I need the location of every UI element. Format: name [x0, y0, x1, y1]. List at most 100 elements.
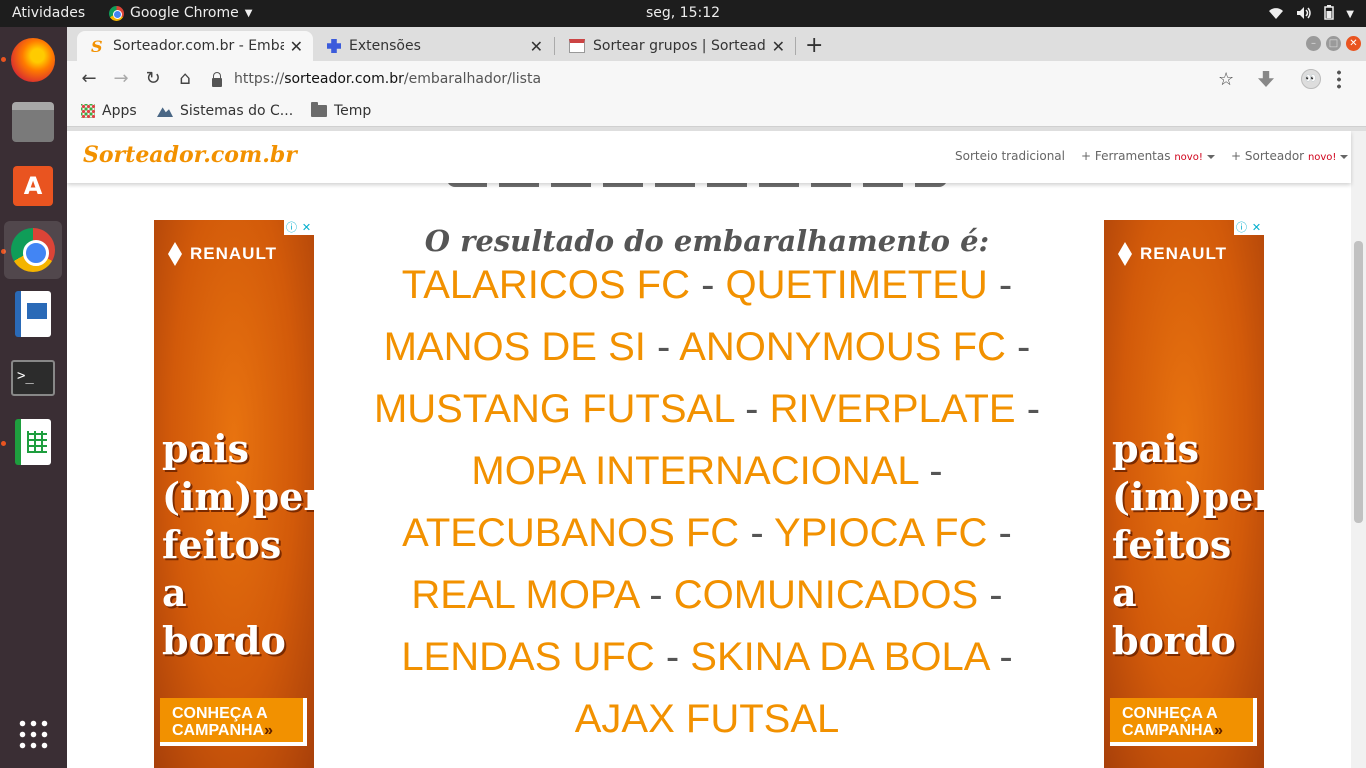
site-logo[interactable]: Sorteador.com.br — [83, 142, 297, 168]
team-line: ATECUBANOS FC - YPIOCA FC - — [367, 511, 1047, 573]
system-menu[interactable]: ▼ — [1268, 5, 1354, 24]
bookmark-label: Sistemas do C... — [180, 103, 294, 119]
team-name: RIVERPLATE — [769, 387, 1016, 431]
puzzle-icon — [327, 39, 341, 53]
separator: - — [999, 635, 1013, 679]
novo-badge: novo! — [1174, 152, 1203, 163]
bookmark-label: Temp — [334, 103, 372, 119]
bookmark-apps[interactable]: Apps — [81, 103, 137, 119]
separator: - — [745, 387, 759, 431]
team-name: QUETIMETEU — [725, 263, 988, 307]
forward-arrow-icon[interactable]: → — [110, 68, 132, 90]
tab-title: Sortear grupos | Sorteador — [593, 38, 766, 54]
close-icon[interactable]: ✕ — [290, 37, 303, 56]
separator: - — [929, 449, 943, 493]
team-line: MOPA INTERNACIONAL - — [367, 449, 1047, 511]
tab-title: Sorteador.com.br - Embaralhador — [113, 38, 284, 54]
ad-brand-name: RENAULT — [190, 244, 277, 263]
tab-sorteador-embaralhador[interactable]: S Sorteador.com.br - Embaralhador ✕ — [77, 31, 313, 61]
nav-ferramentas[interactable]: + Ferramentas novo! — [1081, 149, 1215, 163]
dock-terminal[interactable]: >_ — [4, 349, 62, 407]
ad-info-icon[interactable]: ⓘ — [284, 220, 299, 235]
extension-icon[interactable]: 👀 — [1301, 69, 1321, 89]
separator: - — [1026, 387, 1041, 431]
scrollbar-thumb[interactable] — [1354, 241, 1363, 523]
wifi-icon — [1268, 6, 1284, 24]
back-arrow-icon[interactable]: ← — [78, 68, 100, 90]
show-applications-button[interactable] — [4, 705, 62, 763]
dock-files[interactable] — [4, 93, 62, 151]
new-tab-plus-icon[interactable]: + — [805, 33, 823, 58]
separator: - — [665, 635, 680, 679]
dock-firefox[interactable] — [4, 31, 62, 89]
ad-cta-button[interactable]: CONHEÇA A CAMPANHA» — [160, 698, 307, 746]
team-line: REAL MOPA - COMUNICADOS - — [367, 573, 1047, 635]
url-host: sorteador.com.br — [284, 71, 404, 87]
close-icon[interactable]: ✕ — [530, 37, 543, 56]
ad-controls: ⓘ ✕ — [284, 220, 314, 235]
clock[interactable]: seg, 15:12 — [646, 5, 720, 21]
team-name: MUSTANG FUTSAL — [373, 387, 734, 431]
team-line: LENDAS UFC - SKINA DA BOLA - — [367, 635, 1047, 697]
volume-icon — [1296, 6, 1312, 24]
nav-sorteador[interactable]: + Sorteador novo! — [1231, 149, 1349, 163]
separator: - — [701, 263, 715, 307]
close-icon[interactable]: ✕ — [772, 37, 785, 56]
minimize-icon[interactable]: – — [1306, 36, 1321, 51]
software-center-icon: A — [13, 166, 53, 206]
app-menu[interactable]: Google Chrome ▼ — [109, 5, 252, 21]
team-name: TALARICOS FC — [401, 263, 690, 307]
browser-toolbar: ← → ↻ ⌂ https://sorteador.com.br/embaral… — [67, 61, 1366, 97]
caret-down-icon — [1340, 154, 1349, 159]
grid-icon — [17, 718, 49, 750]
separator: - — [657, 325, 671, 369]
app-menu-label: Google Chrome — [130, 5, 239, 21]
ad-banner-left[interactable]: ⓘ ✕ RENAULT pais (im)per- feitos a bordo… — [154, 220, 314, 768]
page-favicon-icon — [569, 39, 585, 53]
team-name: MOPA INTERNACIONAL — [471, 449, 919, 493]
bookmark-sistemas[interactable]: Sistemas do C... — [157, 103, 293, 119]
team-list: TALARICOS FC - QUETIMETEU - MANOS DE SI -… — [367, 263, 1047, 759]
maximize-icon[interactable]: □ — [1326, 36, 1341, 51]
ad-banner-right[interactable]: ⓘ ✕ RENAULT pais (im)per- feitos a bordo… — [1104, 220, 1264, 768]
dock-chrome[interactable] — [4, 221, 62, 279]
team-name: AJAX FUTSAL — [574, 697, 840, 741]
bookmark-temp[interactable]: Temp — [311, 102, 372, 119]
ad-brand: RENAULT — [1118, 242, 1227, 266]
ad-close-icon[interactable]: ✕ — [1249, 220, 1264, 235]
team-name: SKINA DA BOLA — [690, 635, 989, 679]
separator: - — [1017, 325, 1031, 369]
tab-sortear-grupos[interactable]: Sortear grupos | Sorteador ✕ — [555, 31, 795, 61]
tab-strip: S Sorteador.com.br - Embaralhador ✕ Exte… — [67, 27, 1366, 61]
browser-window: S Sorteador.com.br - Embaralhador ✕ Exte… — [67, 27, 1366, 768]
url-path: /embaralhador/lista — [403, 71, 542, 87]
page-scrollbar[interactable] — [1351, 131, 1366, 768]
team-line: MUSTANG FUTSAL - RIVERPLATE - — [367, 387, 1047, 449]
ad-controls: ⓘ ✕ — [1234, 220, 1264, 235]
team-name: LENDAS UFC — [401, 635, 655, 679]
dock-calc[interactable] — [4, 413, 62, 471]
team-name: YPIOCA FC — [774, 511, 988, 555]
team-line: MANOS DE SI - ANONYMOUS FC - — [367, 325, 1047, 387]
home-icon[interactable]: ⌂ — [174, 68, 196, 90]
ad-info-icon[interactable]: ⓘ — [1234, 220, 1249, 235]
chrome-icon — [109, 5, 124, 21]
sorteador-favicon-icon: S — [91, 36, 103, 56]
activities-button[interactable]: Atividades — [12, 5, 85, 21]
download-icon[interactable] — [1258, 71, 1274, 87]
ad-close-icon[interactable]: ✕ — [299, 220, 314, 235]
double-chevron-icon: » — [264, 722, 274, 739]
separator: - — [989, 573, 1003, 617]
mountain-icon — [157, 107, 173, 117]
tab-extensoes[interactable]: Extensões ✕ — [313, 31, 553, 61]
address-bar[interactable]: https://sorteador.com.br/embaralhador/li… — [206, 65, 1256, 93]
bookmark-star-icon[interactable]: ☆ — [1218, 69, 1234, 90]
reload-icon[interactable]: ↻ — [142, 68, 164, 90]
menu-dots-icon[interactable] — [1337, 69, 1341, 89]
ad-cta-button[interactable]: CONHEÇA A CAMPANHA» — [1110, 698, 1257, 746]
nav-sorteio-tradicional[interactable]: Sorteio tradicional — [955, 149, 1065, 163]
caret-down-icon — [1206, 154, 1215, 159]
dock-software-center[interactable]: A — [4, 157, 62, 215]
window-close-icon[interactable]: ✕ — [1346, 36, 1361, 51]
dock-writer[interactable] — [4, 285, 62, 343]
